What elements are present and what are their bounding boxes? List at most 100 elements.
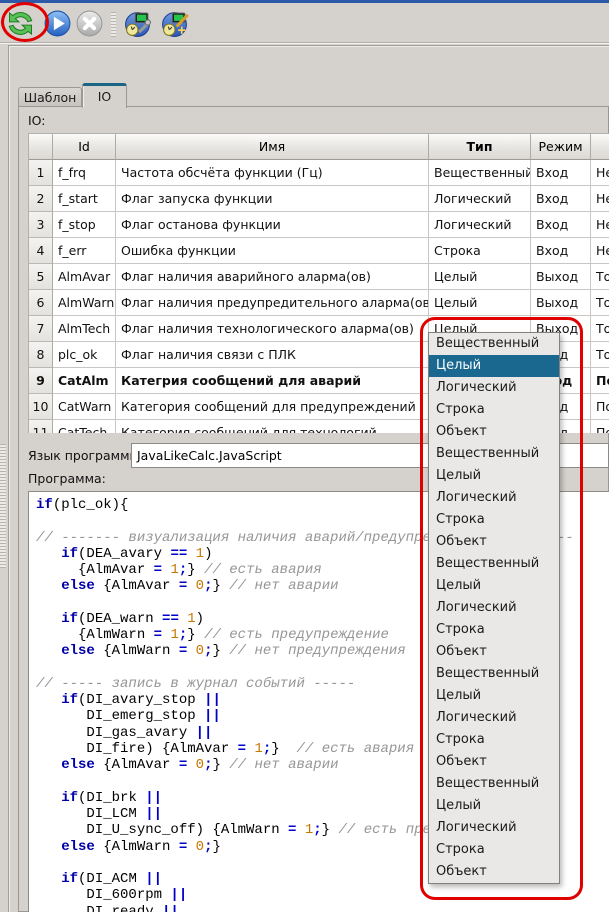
start-button[interactable] — [43, 9, 72, 38]
cell-id[interactable]: CatAlm — [53, 368, 116, 394]
table-row[interactable]: 5AlmAvarФлаг наличия аварийного аларма(о… — [29, 264, 609, 290]
row-number[interactable]: 8 — [29, 342, 53, 368]
dropdown-item[interactable]: Вещественный — [429, 773, 559, 795]
dropdown-item[interactable]: Вещественный — [429, 663, 559, 685]
dropdown-item[interactable]: Целый — [429, 795, 559, 817]
tab-io[interactable]: IO — [82, 83, 127, 108]
cell-attr[interactable]: Полный доступ — [591, 420, 609, 433]
function-config-button[interactable] — [123, 9, 152, 38]
cell-id[interactable]: AlmWarn — [53, 290, 116, 316]
function-edit-button[interactable] — [160, 9, 189, 38]
row-number[interactable]: 3 — [29, 212, 53, 238]
row-number[interactable]: 2 — [29, 186, 53, 212]
dropdown-item[interactable]: Логический — [429, 487, 559, 509]
dropdown-item[interactable]: Вещественный — [429, 333, 559, 355]
dropdown-item[interactable]: Объект — [429, 751, 559, 773]
row-number[interactable]: 10 — [29, 394, 53, 420]
dropdown-item[interactable]: Целый — [429, 575, 559, 597]
dropdown-item[interactable]: Вещественный — [429, 443, 559, 465]
cell-mode[interactable]: Вход — [531, 212, 591, 238]
dropdown-item[interactable]: Объект — [429, 421, 559, 443]
dropdown-item[interactable]: Объект — [429, 531, 559, 553]
column-header[interactable] — [29, 134, 53, 160]
cell-name[interactable]: Флаг запуска функции — [116, 186, 429, 212]
dropdown-item[interactable]: Целый — [429, 465, 559, 487]
row-number[interactable]: 1 — [29, 160, 53, 186]
cell-name[interactable]: Категория сообщений для предупреждений — [116, 394, 429, 420]
cell-id[interactable]: CatWarn — [53, 394, 116, 420]
cell-mode[interactable]: Вход — [531, 160, 591, 186]
cell-attr[interactable]: Не атрибут — [591, 238, 609, 264]
column-header[interactable]: Тип — [429, 134, 531, 160]
cell-name[interactable]: Флаг наличия связи с ПЛК — [116, 342, 429, 368]
cell-name[interactable]: Флаг наличия технологического аларма(ов) — [116, 316, 429, 342]
dropdown-item[interactable]: Объект — [429, 861, 559, 883]
cell-attr[interactable]: Только чтение — [591, 316, 609, 342]
dropdown-item[interactable]: Объект — [429, 641, 559, 663]
cell-id[interactable]: plc_ok — [53, 342, 116, 368]
dropdown-item[interactable]: Строка — [429, 509, 559, 531]
dropdown-item[interactable]: Строка — [429, 839, 559, 861]
splitter-handle[interactable] — [0, 444, 6, 568]
cell-name[interactable]: Ошибка функции — [116, 238, 429, 264]
cell-name[interactable]: Категория сообщений для технологий — [116, 420, 429, 433]
cell-type[interactable]: Целый — [429, 264, 531, 290]
cell-attr[interactable]: Только чтение — [591, 290, 609, 316]
table-row[interactable]: 6AlmWarnФлаг наличия предупредительного … — [29, 290, 609, 316]
cell-mode[interactable]: Вход — [531, 238, 591, 264]
column-header[interactable]: Режим — [531, 134, 591, 160]
column-header[interactable]: Имя — [116, 134, 429, 160]
cell-id[interactable]: f_start — [53, 186, 116, 212]
dropdown-item[interactable]: Строка — [429, 399, 559, 421]
cell-type[interactable]: Логический — [429, 212, 531, 238]
cell-type[interactable]: Логический — [429, 186, 531, 212]
dropdown-item[interactable]: Логический — [429, 597, 559, 619]
cell-name[interactable]: Категрия сообщений для аварий — [116, 368, 429, 394]
dropdown-item[interactable]: Целый — [429, 685, 559, 707]
cell-attr[interactable]: Не атрибут — [591, 212, 609, 238]
refresh-button[interactable] — [6, 9, 35, 38]
cell-attr[interactable]: Не атрибут — [591, 160, 609, 186]
cell-id[interactable]: f_stop — [53, 212, 116, 238]
tab-template[interactable]: Шаблон — [18, 87, 82, 107]
row-number[interactable]: 5 — [29, 264, 53, 290]
table-row[interactable]: 1f_frqЧастота обсчёта функции (Гц)Вещест… — [29, 160, 609, 186]
cell-id[interactable]: CatTech — [53, 420, 116, 433]
cell-type[interactable]: Строка — [429, 238, 531, 264]
table-row[interactable]: 4f_errОшибка функцииСтрокаВходНе атрибут — [29, 238, 609, 264]
cell-attr[interactable]: Только чтение — [591, 342, 609, 368]
dropdown-item[interactable]: Вещественный — [429, 553, 559, 575]
cell-id[interactable]: AlmTech — [53, 316, 116, 342]
cell-mode[interactable]: Выход — [531, 264, 591, 290]
cell-mode[interactable]: Вход — [531, 186, 591, 212]
row-number[interactable]: 11 — [29, 420, 53, 433]
cell-name[interactable]: Флаг наличия аварийного аларма(ов) — [116, 264, 429, 290]
dropdown-item[interactable]: Логический — [429, 707, 559, 729]
type-dropdown[interactable]: ВещественныйЦелыйЛогическийСтрокаОбъектВ… — [428, 332, 560, 884]
table-row[interactable]: 3f_stopФлаг останова функцииЛогическийВх… — [29, 212, 609, 238]
cell-name[interactable]: Флаг наличия предупредительного аларма(о… — [116, 290, 429, 316]
row-number[interactable]: 6 — [29, 290, 53, 316]
row-number[interactable]: 4 — [29, 238, 53, 264]
row-number[interactable]: 9 — [29, 368, 53, 394]
cell-name[interactable]: Флаг останова функции — [116, 212, 429, 238]
dropdown-item[interactable]: Строка — [429, 729, 559, 751]
cell-type[interactable]: Целый — [429, 290, 531, 316]
dropdown-item[interactable]: Логический — [429, 377, 559, 399]
stop-button[interactable] — [75, 9, 104, 38]
cell-type[interactable]: Вещественный — [429, 160, 531, 186]
cell-name[interactable]: Частота обсчёта функции (Гц) — [116, 160, 429, 186]
table-row[interactable]: 2f_startФлаг запуска функцииЛогическийВх… — [29, 186, 609, 212]
dropdown-item[interactable]: Строка — [429, 619, 559, 641]
cell-attr[interactable]: Полный доступ — [591, 368, 609, 394]
cell-id[interactable]: f_frq — [53, 160, 116, 186]
cell-attr[interactable]: Полный доступ — [591, 394, 609, 420]
column-header[interactable]: Id — [53, 134, 116, 160]
cell-mode[interactable]: Выход — [531, 290, 591, 316]
dropdown-item[interactable]: Целый — [429, 355, 559, 377]
cell-attr[interactable]: Только чтение — [591, 264, 609, 290]
row-number[interactable]: 7 — [29, 316, 53, 342]
cell-attr[interactable]: Не атрибут — [591, 186, 609, 212]
dropdown-item[interactable]: Логический — [429, 817, 559, 839]
cell-id[interactable]: AlmAvar — [53, 264, 116, 290]
